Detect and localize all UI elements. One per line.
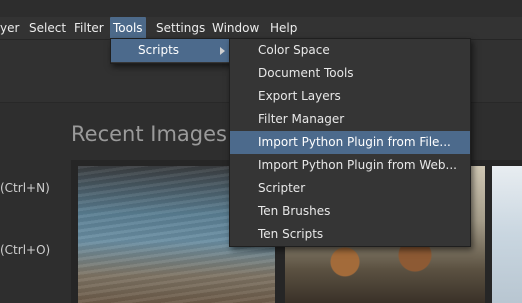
tools-scripts-item[interactable]: Scripts [111, 39, 231, 62]
menu-tools[interactable]: Tools [110, 17, 146, 39]
title-strip [0, 0, 522, 17]
scripts-item-import-plugin-file[interactable]: Import Python Plugin from File... [230, 131, 470, 154]
menu-settings[interactable]: Settings [156, 17, 205, 39]
scripts-item-export-layers[interactable]: Export Layers [230, 85, 470, 108]
recent-image-thumbnail[interactable] [492, 166, 522, 303]
scripts-item-ten-brushes[interactable]: Ten Brushes [230, 200, 470, 223]
menu-window[interactable]: Window [212, 17, 259, 39]
scripts-item-ten-scripts[interactable]: Ten Scripts [230, 223, 470, 246]
scripts-submenu: Color Space Document Tools Export Layers… [229, 38, 471, 247]
menu-filter[interactable]: Filter [74, 17, 104, 39]
scripts-item-document-tools[interactable]: Document Tools [230, 62, 470, 85]
scripts-item-scripter[interactable]: Scripter [230, 177, 470, 200]
menu-layer[interactable]: yer [0, 17, 19, 39]
open-file-shortcut[interactable]: (Ctrl+O) [0, 243, 50, 257]
scripts-item-color-space[interactable]: Color Space [230, 39, 470, 62]
menu-bar: yer Select Filter Tools Settings Window … [0, 17, 522, 40]
recent-images-title: Recent Images [71, 122, 227, 146]
menu-select[interactable]: Select [29, 17, 66, 39]
new-file-shortcut[interactable]: (Ctrl+N) [0, 181, 50, 195]
tools-menu: Scripts [110, 38, 232, 64]
menu-help[interactable]: Help [270, 17, 297, 39]
submenu-arrow-icon [220, 47, 225, 55]
scripts-item-import-plugin-web[interactable]: Import Python Plugin from Web... [230, 154, 470, 177]
tools-scripts-label: Scripts [138, 43, 180, 57]
scripts-item-filter-manager[interactable]: Filter Manager [230, 108, 470, 131]
